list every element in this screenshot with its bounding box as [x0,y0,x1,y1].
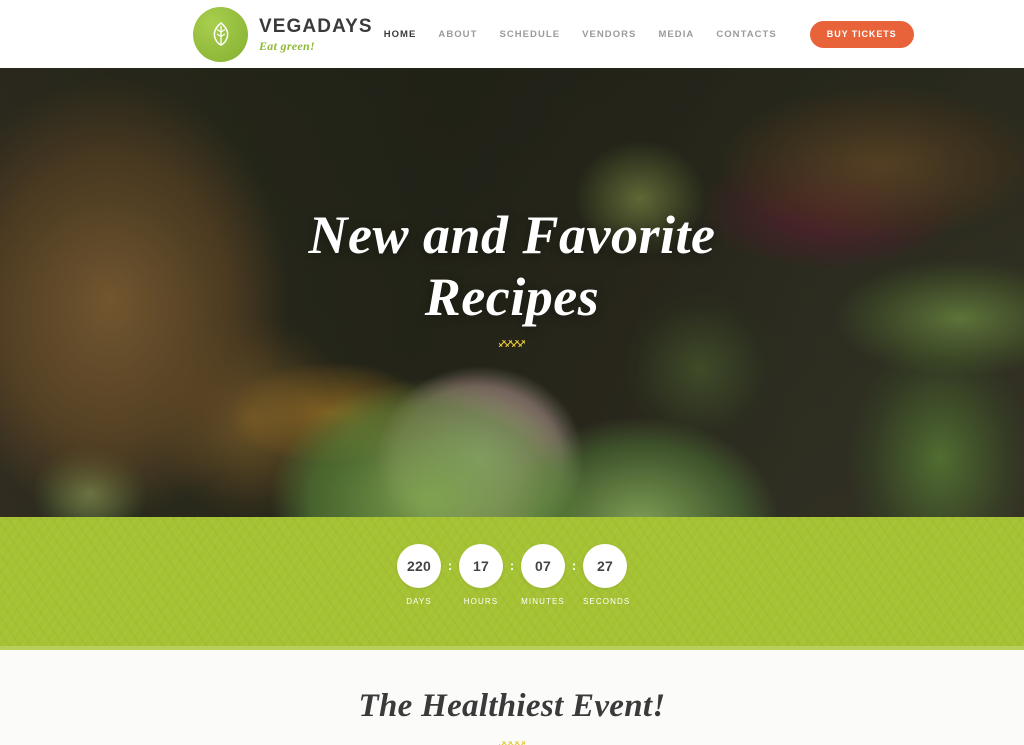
brand-name: VEGADAYS [259,15,373,37]
nav-item-home[interactable]: HOME [384,29,417,40]
countdown-timer: 220 DAYS : 17 HOURS : 07 MINUTES : 27 SE… [0,517,1024,606]
countdown-circle-hours: 17 [459,544,503,588]
countdown-unit-minutes: 07 MINUTES [521,544,565,606]
countdown-separator-1: : [447,558,453,573]
countdown-label-days: DAYS [406,597,432,606]
brand-logo[interactable]: VEGADAYS Eat green! [193,6,373,62]
countdown-label-seconds: SECONDS [583,597,631,606]
countdown-section: 220 DAYS : 17 HOURS : 07 MINUTES : 27 SE… [0,517,1024,650]
countdown-value-days: 220 [407,558,431,574]
countdown-value-minutes: 07 [535,558,551,574]
hero-title-line-2: Recipes [424,267,600,327]
nav-item-about[interactable]: ABOUT [438,29,477,40]
brand-tagline: Eat green! [259,38,316,53]
hero-title-line-1: New and Favorite [308,205,716,265]
countdown-value-hours: 17 [473,558,489,574]
countdown-unit-hours: 17 HOURS [459,544,503,606]
hero-content: New and Favorite Recipes [0,208,1024,347]
countdown-circle-seconds: 27 [583,544,627,588]
brand-text-block: VEGADAYS Eat green! [259,17,373,52]
countdown-unit-seconds: 27 SECONDS [583,544,631,606]
nav-list: HOME ABOUT SCHEDULE VENDORS MEDIA CONTAC… [373,29,788,40]
zigzag-divider-icon [499,340,525,347]
section-title: The Healthiest Event! [358,688,666,724]
hero-title: New and Favorite Recipes [0,208,1024,324]
countdown-value-seconds: 27 [597,558,613,574]
nav-item-vendors[interactable]: VENDORS [582,29,636,40]
healthiest-event-section: The Healthiest Event! [0,650,1024,745]
buy-tickets-button[interactable]: BUY TICKETS [809,20,914,48]
nav-item-schedule[interactable]: SCHEDULE [499,29,560,40]
nav-item-media[interactable]: MEDIA [658,29,694,40]
countdown-label-hours: HOURS [463,597,499,606]
site-header: VEGADAYS Eat green! HOME ABOUT SCHEDULE … [0,0,1024,68]
zigzag-divider-icon-section [499,741,525,745]
countdown-separator-2: : [509,558,515,573]
nav-item-contacts[interactable]: CONTACTS [716,29,776,40]
countdown-circle-days: 220 [397,544,441,588]
hero-banner: New and Favorite Recipes [0,68,1024,517]
countdown-circle-minutes: 07 [521,544,565,588]
countdown-label-minutes: MINUTES [521,597,565,606]
leaf-icon [193,6,248,62]
main-navigation: HOME ABOUT SCHEDULE VENDORS MEDIA CONTAC… [373,20,1024,48]
countdown-separator-3: : [571,558,577,573]
countdown-unit-days: 220 DAYS [397,544,441,606]
